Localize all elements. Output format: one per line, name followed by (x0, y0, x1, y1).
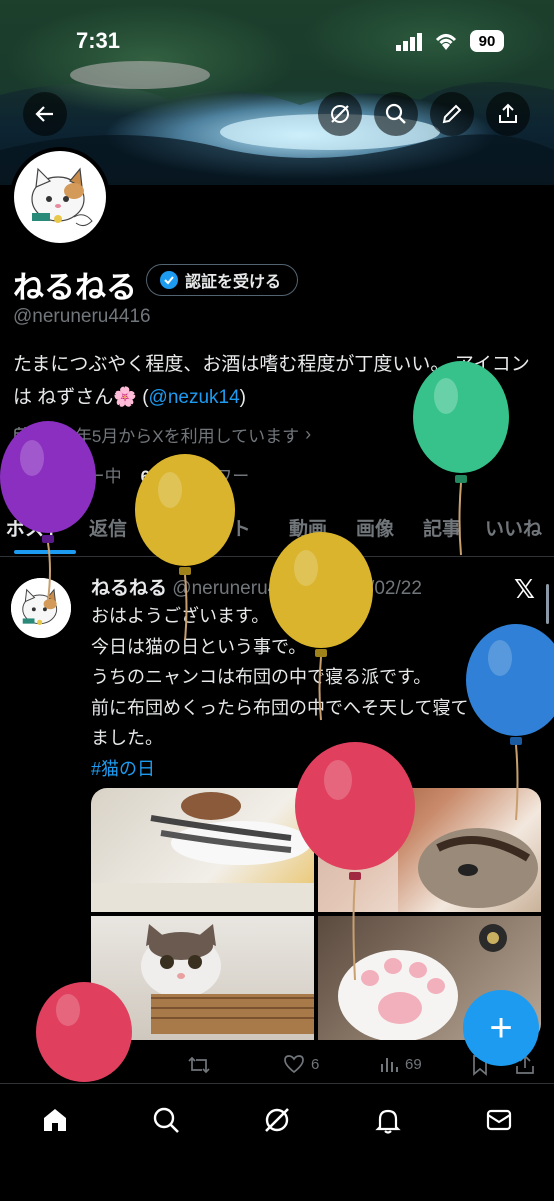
nav-messages[interactable] (481, 1102, 517, 1138)
home-icon (44, 1109, 66, 1131)
search-icon (153, 1107, 179, 1133)
cat-avatar-icon (31, 167, 93, 227)
grok-icon (331, 105, 349, 123)
wifi-icon (433, 30, 459, 57)
search-icon (385, 103, 406, 124)
get-verified-label: 認証を受ける (185, 274, 282, 291)
nav-notifications[interactable] (370, 1102, 406, 1138)
balloon-green (413, 361, 509, 556)
balloon-purple (0, 421, 96, 601)
balloon-animation (0, 361, 554, 1082)
mail-icon (486, 1109, 512, 1131)
back-button[interactable] (23, 92, 67, 136)
share-icon (499, 103, 517, 123)
grok-button[interactable] (318, 92, 362, 136)
cellular-signal-icon (396, 33, 424, 56)
nav-grok[interactable] (259, 1102, 295, 1138)
nav-search[interactable] (148, 1102, 184, 1138)
battery-indicator: 90 (470, 30, 504, 52)
edit-button[interactable] (430, 92, 474, 136)
verified-badge-icon (160, 271, 178, 289)
back-arrow-icon (35, 106, 53, 122)
balloon-yellow-1 (135, 454, 235, 641)
balloon-yellow-2 (269, 532, 373, 721)
status-time: 7:31 (76, 28, 121, 53)
pencil-icon (442, 104, 462, 124)
get-verified-button[interactable]: 認証を受ける (146, 264, 299, 296)
bottom-nav (0, 1083, 554, 1201)
plus-icon: + (489, 1005, 513, 1050)
share-button[interactable] (486, 92, 530, 136)
nav-home[interactable] (37, 1102, 73, 1138)
balloon-red-1 (295, 742, 415, 981)
balloon-red-2 (36, 982, 132, 1082)
grok-icon (265, 1108, 289, 1132)
profile-handle: @neruneru4416 (13, 306, 151, 327)
profile-name: ねるねる (13, 270, 137, 305)
profile-avatar[interactable] (10, 147, 110, 247)
compose-button[interactable]: + (463, 990, 539, 1066)
bell-icon (375, 1109, 401, 1134)
search-button[interactable] (374, 92, 418, 136)
balloon-blue (466, 624, 554, 821)
